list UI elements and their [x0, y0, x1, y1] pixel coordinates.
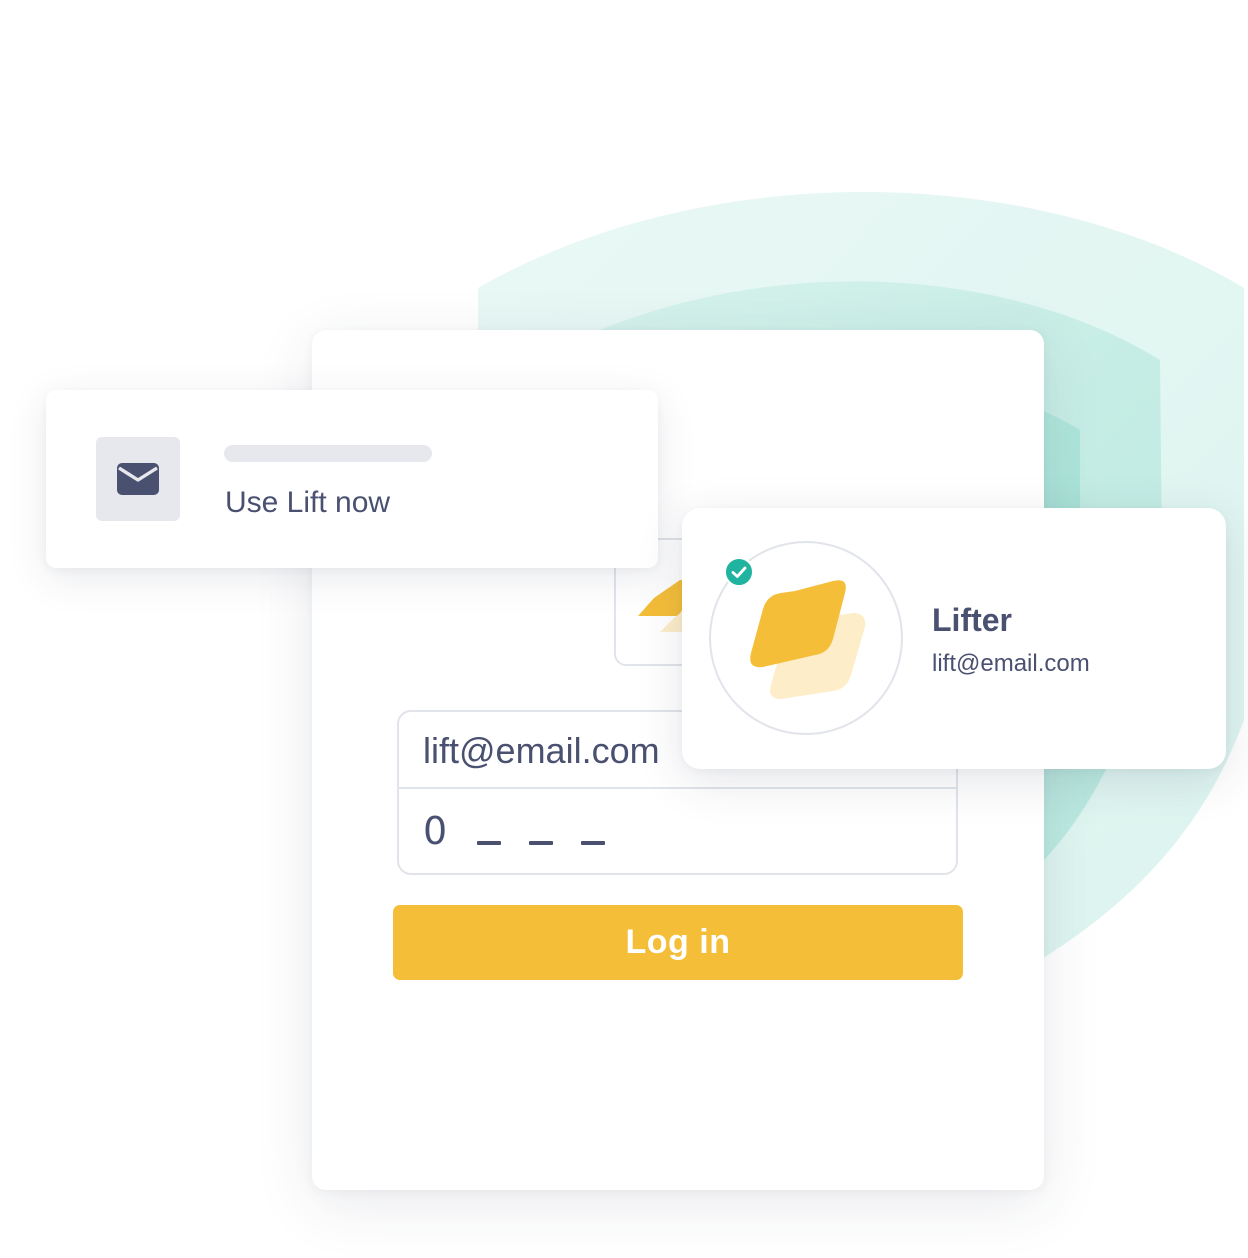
notification-title-placeholder	[224, 445, 432, 462]
profile-card[interactable]: Lifter lift@email.com	[682, 508, 1226, 769]
check-circle-icon	[724, 557, 754, 587]
notification-card[interactable]: Use Lift now	[46, 390, 658, 568]
login-button[interactable]: Log in	[393, 905, 963, 980]
profile-email: lift@email.com	[932, 650, 1090, 677]
envelope-icon	[117, 463, 159, 495]
code-placeholder-dash	[477, 841, 501, 845]
code-field[interactable]: 0	[399, 789, 956, 873]
profile-name: Lifter	[932, 602, 1012, 638]
code-placeholder-dash	[581, 841, 605, 845]
code-placeholder-dash	[529, 841, 553, 845]
notification-text: Use Lift now	[225, 486, 391, 519]
mail-tile	[96, 437, 180, 521]
code-digit: 0	[423, 809, 448, 853]
